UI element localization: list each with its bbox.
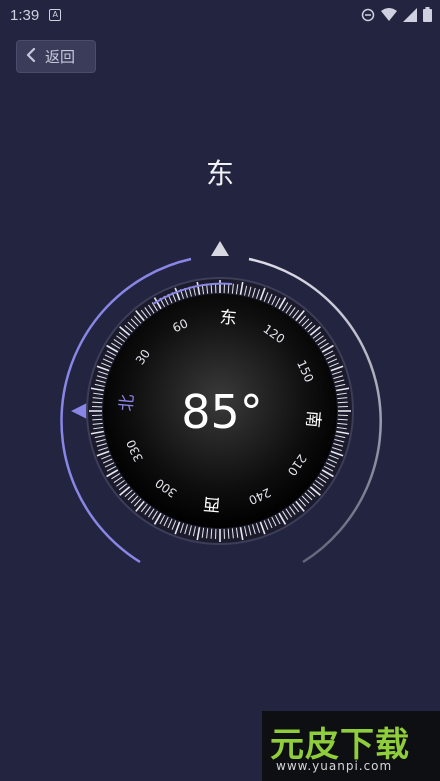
dial-tick xyxy=(92,418,103,421)
do-not-disturb-icon xyxy=(361,8,375,26)
dial-tick xyxy=(227,528,230,539)
left-pointer-icon xyxy=(71,403,87,419)
top-pointer-icon xyxy=(211,241,229,256)
dial-tick xyxy=(337,401,348,404)
cardinal-south: 南 xyxy=(302,410,323,429)
back-button[interactable]: 返回 xyxy=(16,40,96,73)
dial-tick xyxy=(337,418,348,421)
heading-readout: 85° xyxy=(181,385,263,439)
cardinal-north: 北 xyxy=(117,394,138,413)
back-label: 返回 xyxy=(45,48,76,66)
dial-tick xyxy=(227,283,230,294)
chevron-left-icon xyxy=(26,47,36,66)
status-time: 1:39 xyxy=(10,6,40,24)
status-bar: 1:39 A xyxy=(0,0,440,30)
compass: 北 30 60 东 120 150 南 210 240 西 300 330 85… xyxy=(60,241,382,564)
cell-signal-icon xyxy=(403,7,417,26)
cardinal-east: 东 xyxy=(219,308,238,329)
notification-icon: A xyxy=(49,9,62,21)
dial-tick xyxy=(210,528,213,539)
dial-tick xyxy=(92,401,103,404)
watermark-url: www.yuanpi.com xyxy=(276,759,393,773)
status-icons xyxy=(361,7,432,26)
compass-screen: 1:39 A 返回 东 北 30 60 东 120 150 南 210 240 … xyxy=(0,0,440,781)
wifi-icon xyxy=(381,7,397,26)
watermark: 元皮下载 www.yuanpi.com xyxy=(262,711,440,781)
battery-icon xyxy=(423,7,432,26)
direction-label: 东 xyxy=(205,157,234,190)
cardinal-west: 西 xyxy=(203,493,222,514)
